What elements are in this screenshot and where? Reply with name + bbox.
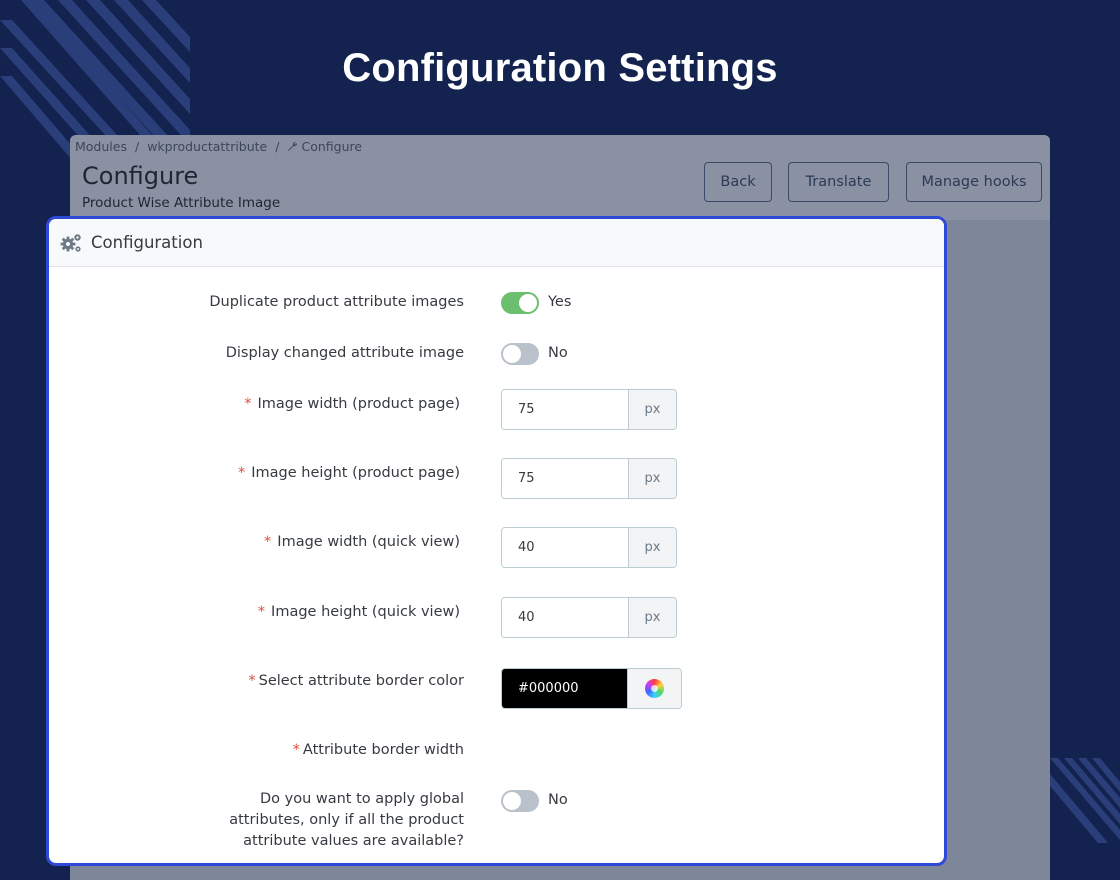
breadcrumb-item-module[interactable]: wkproductattribute [147,139,267,154]
breadcrumb-item-label: Configure [301,139,363,154]
duplicate-images-toggle[interactable] [501,292,539,314]
gears-icon [60,233,81,252]
border-width-label: * Attribute border width [293,740,464,761]
label-text: Select attribute border color [258,673,464,689]
color-wheel-icon [645,679,664,698]
breadcrumb-separator: / [275,139,280,154]
duplicate-images-label: Duplicate product attribute images [209,294,464,310]
label-text: Image height (quick view) [271,604,460,620]
toggle-knob [503,345,521,363]
required-marker: * [237,465,246,481]
panel-title: Configuration [91,233,203,252]
image-width-product-field: px [501,389,677,430]
breadcrumb: Modules / wkproductattribute / Configure [75,139,362,154]
unit-addon: px [628,390,676,429]
border-color-label: * Select attribute border color [248,671,464,692]
required-marker: * [244,396,252,412]
image-height-product-field: px [501,458,677,499]
image-width-quick-label: * Image width (quick view) [264,532,460,553]
decorative-stripes-bottom-right [1050,758,1120,843]
image-height-product-input[interactable] [502,459,628,498]
display-changed-label: Display changed attribute image [225,345,464,361]
duplicate-images-state: Yes [548,294,572,310]
required-marker: * [257,604,266,620]
global-attributes-label: Do you want to apply global attributes, … [229,789,464,852]
unit-addon: px [628,528,676,567]
label-text: Image height (product page) [251,465,460,481]
wrench-icon [288,142,298,151]
unit-addon: px [628,598,676,637]
manage-hooks-button[interactable]: Manage hooks [906,162,1042,202]
unit-addon: px [628,459,676,498]
required-marker: * [292,742,300,758]
page-main-title: Configuration Settings [342,46,778,90]
color-picker-button[interactable] [627,669,681,708]
label-line: attributes, only if all the product [229,812,464,828]
required-marker: * [248,673,256,689]
label-text: Attribute border width [302,742,464,758]
configuration-panel: Configuration Duplicate product attribut… [46,216,947,866]
toggle-knob [503,792,521,810]
breadcrumb-item-configure: Configure [287,139,362,154]
page-subtitle: Product Wise Attribute Image [82,195,281,211]
required-marker: * [264,534,272,550]
label-text: Image width (product page) [257,396,460,412]
image-height-quick-label: * Image height (quick view) [258,602,460,623]
display-changed-state: No [548,345,568,361]
border-color-field: #000000 [501,668,682,709]
toggle-knob [519,294,537,312]
global-attributes-toggle[interactable] [501,790,539,812]
image-height-quick-field: px [501,597,677,638]
global-attributes-state: No [548,792,568,808]
page-title: Configure [82,162,199,190]
label-line: attribute values are available? [243,833,464,849]
image-width-quick-field: px [501,527,677,568]
back-button[interactable]: Back [704,162,772,202]
display-changed-toggle[interactable] [501,343,539,365]
border-color-input[interactable]: #000000 [502,669,627,708]
label-text: Image width (quick view) [277,534,460,550]
breadcrumb-item-modules[interactable]: Modules [75,139,127,154]
image-width-product-label: * Image width (product page) [244,394,460,415]
image-width-product-input[interactable] [502,390,628,429]
image-height-product-label: * Image height (product page) [238,463,460,484]
image-height-quick-input[interactable] [502,598,628,637]
panel-header: Configuration [49,219,944,267]
image-width-quick-input[interactable] [502,528,628,567]
label-line: Do you want to apply global [259,791,464,807]
translate-button[interactable]: Translate [788,162,889,202]
breadcrumb-separator: / [134,139,140,154]
